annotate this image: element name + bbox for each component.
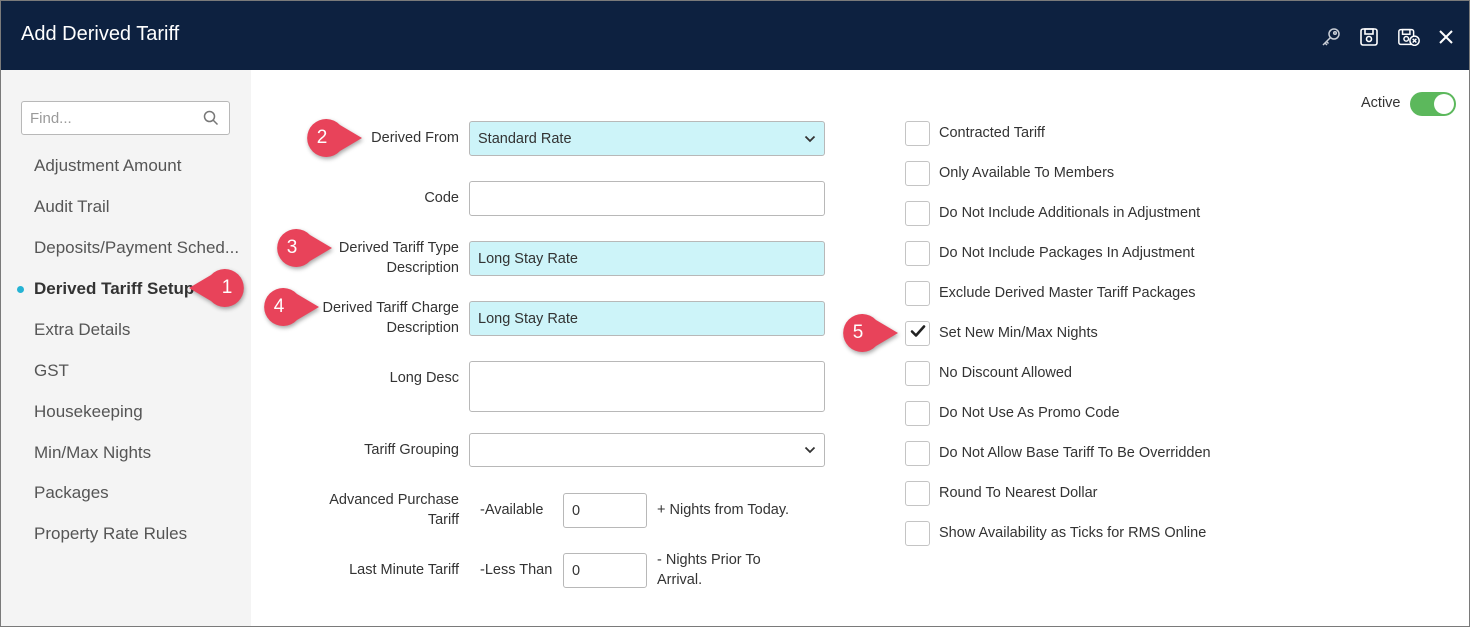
only-available-to-members-label: Only Available To Members (939, 165, 1115, 181)
active-toggle[interactable] (1410, 92, 1456, 116)
code-input[interactable] (469, 181, 825, 216)
no-base-override-checkbox[interactable] (905, 441, 930, 466)
callout-4: 4 (255, 288, 321, 326)
no-discount-allowed-label: No Discount Allowed (939, 365, 1072, 381)
advanced-purchase-suffix: + Nights from Today. (657, 502, 790, 518)
long-desc-label: Long Desc (389, 370, 459, 386)
set-new-min-max-nights-label: Set New Min/Max Nights (939, 325, 1098, 341)
only-available-to-members-checkbox[interactable] (905, 161, 930, 186)
window-title: Add Derived Tariff (21, 23, 180, 45)
round-nearest-dollar-checkbox[interactable] (905, 481, 930, 506)
key-icon[interactable] (1319, 25, 1343, 49)
save-and-close-icon[interactable] (1397, 25, 1421, 49)
exclude-additionals-label: Do Not Include Additionals in Adjustment (939, 205, 1201, 221)
callout-5-number: 5 (852, 322, 864, 343)
callout-1: 1 (187, 269, 253, 307)
callout-1-number: 1 (221, 277, 233, 298)
advanced-purchase-label-line2: Tariff (427, 512, 459, 528)
no-base-override-label: Do Not Allow Base Tariff To Be Overridde… (939, 445, 1211, 461)
chevron-down-icon (804, 442, 816, 458)
exclude-packages-checkbox[interactable] (905, 241, 930, 266)
exclude-additionals-checkbox[interactable] (905, 201, 930, 226)
close-icon[interactable] (1434, 25, 1458, 49)
not-promo-code-label: Do Not Use As Promo Code (939, 405, 1120, 421)
exclude-packages-label: Do Not Include Packages In Adjustment (939, 245, 1195, 261)
exclude-master-tariff-packages-checkbox[interactable] (905, 281, 930, 306)
sidebar-item-housekeeping[interactable]: Housekeeping (34, 402, 143, 422)
active-indicator-dot (17, 286, 24, 293)
type-description-input[interactable]: Long Stay Rate (469, 241, 825, 276)
sidebar-item-deposits-payment-schedule[interactable]: Deposits/Payment Sched... (34, 238, 239, 258)
sidebar-item-extra-details[interactable]: Extra Details (34, 320, 130, 340)
contracted-tariff-label: Contracted Tariff (939, 125, 1045, 141)
active-label: Active (1361, 95, 1401, 111)
checkmark-icon (910, 324, 926, 343)
tariff-grouping-select[interactable] (469, 433, 825, 467)
callout-3-number: 3 (286, 237, 298, 258)
last-minute-nights-input[interactable]: 0 (563, 553, 647, 588)
code-label: Code (424, 190, 459, 206)
callout-3: 3 (268, 229, 334, 267)
advanced-purchase-nights-input[interactable]: 0 (563, 493, 647, 528)
sidebar-search[interactable] (21, 101, 230, 135)
not-promo-code-checkbox[interactable] (905, 401, 930, 426)
chevron-down-icon (804, 131, 816, 147)
advanced-purchase-label: Advanced Purchase Tariff (291, 490, 459, 530)
set-new-min-max-nights-checkbox[interactable] (905, 321, 930, 346)
last-minute-label: Last Minute Tariff (349, 562, 459, 578)
callout-5: 5 (834, 314, 900, 352)
availability-ticks-label: Show Availability as Ticks for RMS Onlin… (939, 525, 1207, 541)
title-bar: Add Derived Tariff (1, 1, 1469, 70)
no-discount-allowed-checkbox[interactable] (905, 361, 930, 386)
toggle-knob (1434, 94, 1454, 114)
long-desc-textarea[interactable] (469, 361, 825, 412)
round-nearest-dollar-label: Round To Nearest Dollar (939, 485, 1098, 501)
callout-2-number: 2 (316, 127, 328, 148)
last-minute-suffix-line1: - Nights Prior To (657, 552, 761, 568)
derived-from-select[interactable]: Standard Rate (469, 121, 825, 156)
save-icon[interactable] (1357, 25, 1381, 49)
sidebar-item-gst[interactable]: GST (34, 361, 69, 381)
sidebar-item-audit-trail[interactable]: Audit Trail (34, 197, 110, 217)
sidebar-item-derived-tariff-setup[interactable]: Derived Tariff Setup (34, 279, 194, 299)
add-derived-tariff-window: Add Derived Tariff Find... Adjustment Am… (0, 0, 1470, 627)
exclude-master-tariff-packages-label: Exclude Derived Master Tariff Packages (939, 285, 1196, 301)
callout-4-number: 4 (273, 296, 285, 317)
sidebar: Adjustment Amount Audit Trail Deposits/P… (1, 70, 251, 626)
last-minute-prefix: -Less Than (480, 562, 553, 578)
sidebar-item-packages[interactable]: Packages (34, 483, 109, 503)
tariff-grouping-label: Tariff Grouping (364, 442, 459, 458)
sidebar-item-min-max-nights[interactable]: Min/Max Nights (34, 443, 151, 463)
callout-2: 2 (298, 119, 364, 157)
charge-description-input[interactable]: Long Stay Rate (469, 301, 825, 336)
availability-ticks-checkbox[interactable] (905, 521, 930, 546)
sidebar-search-input[interactable] (28, 103, 198, 133)
search-icon[interactable] (203, 110, 219, 131)
derived-from-value: Standard Rate (478, 130, 572, 147)
sidebar-item-adjustment-amount[interactable]: Adjustment Amount (34, 156, 181, 176)
advanced-purchase-label-line1: Advanced Purchase (329, 492, 459, 508)
sidebar-item-property-rate-rules[interactable]: Property Rate Rules (34, 524, 187, 544)
last-minute-suffix: - Nights Prior To Arrival. (657, 550, 761, 590)
advanced-purchase-prefix: -Available (480, 502, 544, 518)
last-minute-suffix-line2: Arrival. (657, 572, 703, 588)
contracted-tariff-checkbox[interactable] (905, 121, 930, 146)
